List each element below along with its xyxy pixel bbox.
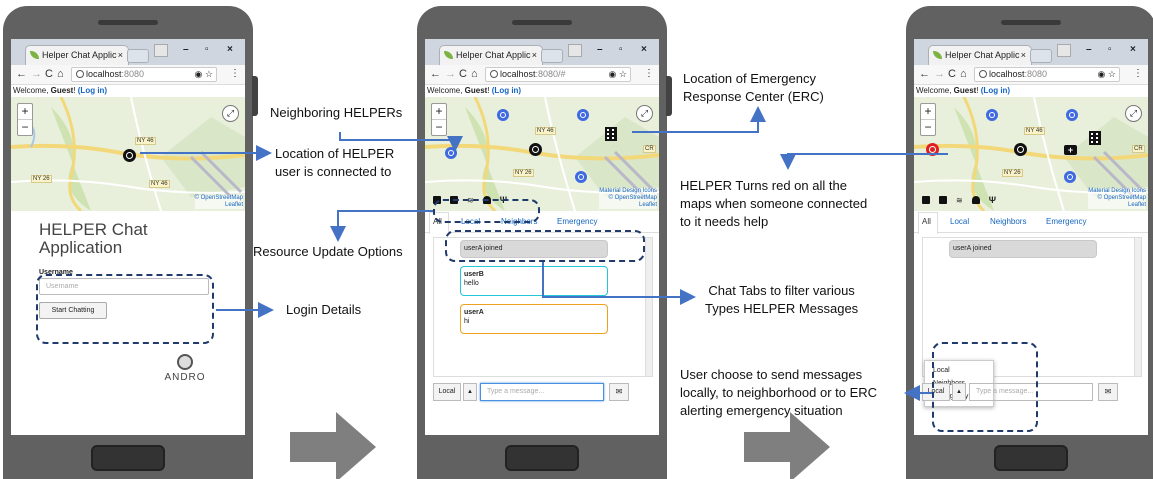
note-helper-location-line2: user is connected to (275, 164, 392, 179)
note-neighboring-helpers: Neighboring HELPERs (270, 105, 403, 120)
note-red-helper-line1: HELPER Turns red on all the (680, 178, 847, 193)
note-send-scope-line3: alerting emergency situation (680, 403, 843, 418)
connector-arrows (140, 106, 948, 401)
note-send-scope-line2: locally, to neighborhood or to ERC (680, 385, 878, 400)
note-red-helper-line3: to it needs help (680, 214, 769, 229)
note-send-scope-line1: User choose to send messages (680, 367, 863, 382)
flow-arrow-1 (290, 412, 376, 479)
note-resource-options: Resource Update Options (253, 244, 403, 259)
note-red-helper: HELPER Turns red on all the maps when som… (680, 177, 867, 231)
note-red-helper-line2: maps when someone connected (680, 196, 868, 211)
note-send-scope: User choose to send messages locally, to … (680, 366, 877, 420)
note-erc-line1: Location of Emergency (683, 71, 816, 86)
flow-arrow-2 (744, 412, 830, 479)
note-login-details: Login Details (286, 302, 362, 317)
note-chat-tabs-line2: Types HELPER Messages (705, 301, 859, 316)
note-chat-tabs: Chat Tabs to filter various Types HELPER … (705, 282, 858, 318)
note-erc: Location of Emergency Response Center (ER… (683, 70, 824, 106)
note-erc-line2: Response Center (ERC) (683, 89, 824, 104)
note-chat-tabs-line1: Chat Tabs to filter various (708, 283, 855, 298)
note-helper-location-line1: Location of HELPER (275, 146, 395, 161)
note-helper-location: Location of HELPER user is connected to (275, 145, 394, 181)
